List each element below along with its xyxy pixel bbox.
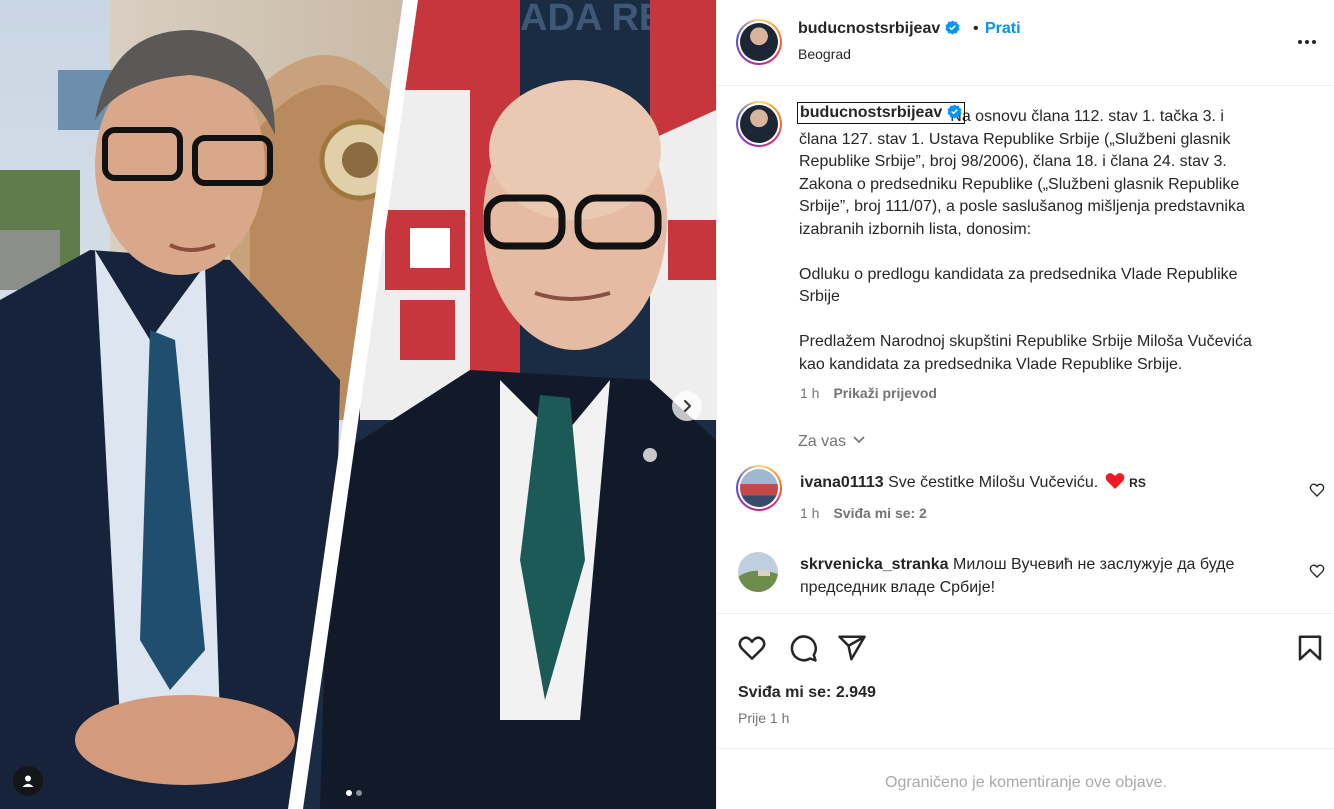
comment-avatar-image xyxy=(738,552,778,592)
heart-icon[interactable] xyxy=(737,633,767,663)
post-location-link[interactable]: Beograd xyxy=(798,46,851,62)
comment-like-heart-icon[interactable] xyxy=(1309,563,1325,579)
comment-text: Sve čestitke Milošu Vučeviću. xyxy=(888,474,1099,491)
post-photo: ADA REPI xyxy=(0,0,716,809)
comment-username[interactable]: ivana01113 xyxy=(800,474,884,491)
comment-like-heart-icon[interactable] xyxy=(1309,482,1325,498)
caption-author-avatar[interactable] xyxy=(736,101,782,147)
comments-section[interactable]: buducnostsrbijeav ✓ Na osnovu člana 112.… xyxy=(717,87,1334,612)
carousel-dot xyxy=(356,790,362,796)
post-actions: Sviđa mi se: 2.949 Prije 1 h xyxy=(717,613,1334,748)
caption-author-username: buducnostsrbijeav xyxy=(800,104,943,121)
header-separator: • xyxy=(973,20,979,37)
post-header: buducnostsrbijeav • Prati Beograd xyxy=(717,0,1334,86)
caption-meta: 1 h Prikaži prijevod xyxy=(800,385,937,401)
comment-avatar[interactable] xyxy=(738,552,778,592)
tagged-users-button[interactable] xyxy=(13,766,43,796)
chevron-down-icon xyxy=(853,436,866,444)
bookmark-icon[interactable] xyxy=(1295,633,1325,663)
caption-time: 1 h xyxy=(800,385,820,401)
person-tag-icon xyxy=(22,775,34,787)
verified-badge-icon xyxy=(947,104,962,119)
comment-time: 1 h xyxy=(800,505,820,521)
comment-meta: 1 h Sviđa mi se: 2 xyxy=(800,505,927,521)
for-you-label: Za vas xyxy=(798,433,847,450)
carousel-indicator xyxy=(346,790,362,796)
comment-icon[interactable] xyxy=(788,633,818,663)
carousel-dot-active xyxy=(346,790,352,796)
chevron-right-icon xyxy=(684,400,691,412)
red-heart-emoji-icon xyxy=(1105,473,1125,489)
comments-disabled-footer: Ograničeno je komentiranje ove objave. xyxy=(717,748,1334,809)
comment-item: ivana01113 Sve čestitke Milošu Vučeviću.… xyxy=(800,472,1300,495)
comment-avatar[interactable] xyxy=(736,465,782,511)
post-media: ADA REPI xyxy=(0,0,716,809)
post-side-panel: buducnostsrbijeav • Prati Beograd buducn… xyxy=(716,0,1334,809)
see-translation-link[interactable]: Prikaži prijevod xyxy=(833,385,936,401)
verified-badge-icon xyxy=(945,20,960,35)
carousel-next-button[interactable] xyxy=(672,391,702,421)
follow-button[interactable]: Prati xyxy=(985,20,1021,38)
post-timestamp[interactable]: Prije 1 h xyxy=(738,710,789,726)
caption-author-username-link[interactable]: buducnostsrbijeav xyxy=(796,102,966,124)
caption-block: buducnostsrbijeav ✓ Na osnovu člana 112.… xyxy=(799,106,1299,376)
for-you-toggle[interactable]: Za vas xyxy=(798,433,866,451)
author-username: buducnostsrbijeav xyxy=(798,20,941,37)
flag-emoji-text: RS xyxy=(1129,476,1146,490)
comment-likes-count[interactable]: Sviđa mi se: 2 xyxy=(833,505,926,521)
post-likes-count[interactable]: Sviđa mi se: 2.949 xyxy=(738,684,876,702)
caption-text: Na osnovu člana 112. stav 1. tačka 3. i … xyxy=(799,108,1252,373)
share-icon[interactable] xyxy=(837,633,867,663)
comment-username[interactable]: skrvenicka_stranka xyxy=(800,556,949,573)
comments-disabled-text: Ograničeno je komentiranje ove objave. xyxy=(885,774,1167,791)
author-avatar[interactable] xyxy=(736,19,782,65)
more-options-icon[interactable] xyxy=(1295,30,1319,54)
comment-item: skrvenicka_stranka Милош Вучевић не засл… xyxy=(800,554,1300,599)
author-username-link[interactable]: buducnostsrbijeav xyxy=(798,20,960,38)
